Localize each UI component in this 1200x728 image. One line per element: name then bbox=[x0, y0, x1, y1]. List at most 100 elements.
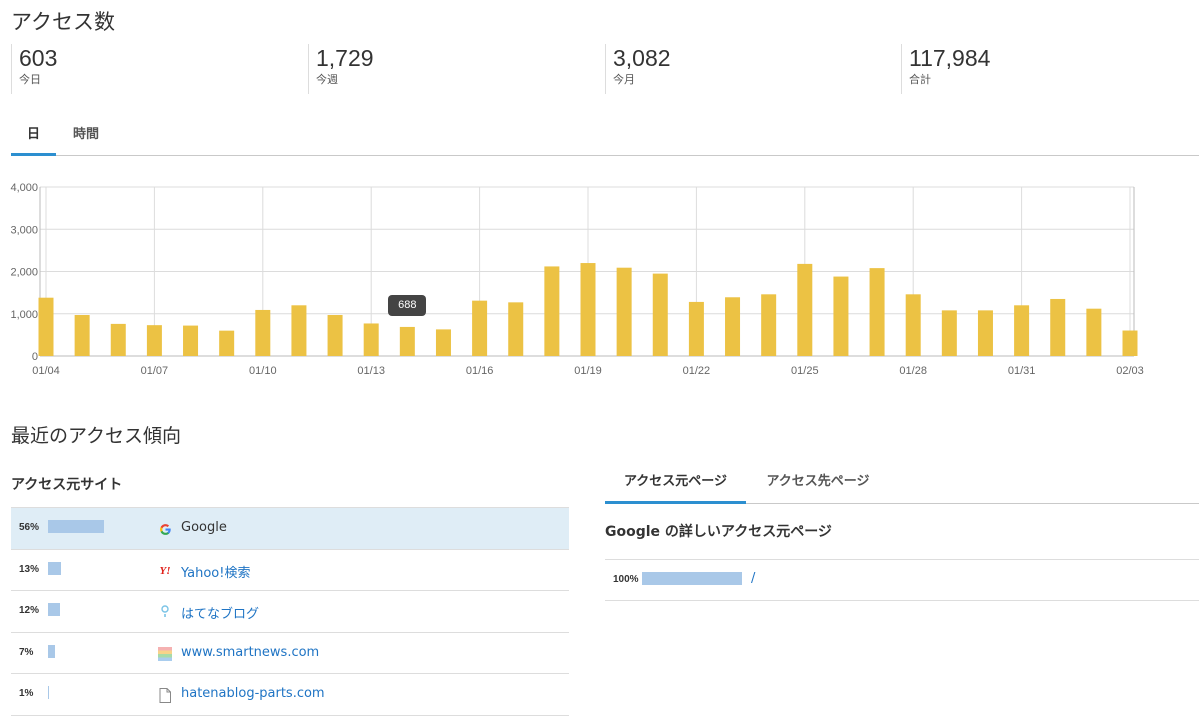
chart-bar[interactable] bbox=[580, 263, 596, 356]
chart-bar[interactable] bbox=[905, 294, 921, 356]
chart-tooltip: 688 bbox=[388, 294, 427, 316]
x-tick-label: 01/04 bbox=[32, 365, 60, 377]
chart-bar[interactable] bbox=[110, 323, 126, 356]
chart-bar[interactable] bbox=[472, 300, 488, 356]
referrer-row-smartnews: 7% www.smartnews.com bbox=[11, 633, 569, 674]
chart-bar[interactable] bbox=[688, 301, 704, 356]
share-percent: 12% bbox=[19, 605, 40, 616]
chart-bar[interactable] bbox=[183, 325, 199, 356]
share-bar bbox=[48, 561, 61, 575]
y-tick-label: 2,000 bbox=[10, 267, 38, 279]
tab-destination-pages[interactable]: アクセス先ページ bbox=[751, 464, 885, 504]
chart-bar[interactable] bbox=[435, 329, 451, 356]
y-tick-label: 3,000 bbox=[10, 224, 38, 236]
chart-bar[interactable] bbox=[833, 276, 849, 356]
stat-label: 合計 bbox=[909, 73, 931, 86]
chart-bar[interactable] bbox=[725, 297, 741, 356]
chart-bar[interactable] bbox=[616, 267, 632, 356]
referrer-site-link[interactable]: Yahoo!検索 bbox=[181, 562, 250, 581]
x-tick-label: 01/25 bbox=[791, 365, 819, 377]
document-icon bbox=[158, 687, 172, 703]
chart-bar[interactable] bbox=[1122, 330, 1138, 356]
referrer-site-name: Google bbox=[181, 520, 227, 535]
hatena-blog-icon bbox=[158, 605, 172, 619]
stat-week: 1,729 今週 bbox=[308, 44, 374, 94]
share-percent: 7% bbox=[19, 646, 34, 658]
referrer-pages-panel: アクセス元ページ アクセス先ページ Google の詳しいアクセス元ページ 10… bbox=[605, 464, 1199, 601]
chart-bar[interactable] bbox=[977, 310, 993, 356]
x-tick-label: 01/16 bbox=[466, 365, 494, 377]
referrer-row-google[interactable]: 56% Google bbox=[11, 508, 569, 550]
chart-bar[interactable] bbox=[291, 305, 307, 356]
referrer-row-hatenablog-parts: 1% hatenablog-parts.com bbox=[11, 674, 569, 716]
x-tick-label: 01/10 bbox=[249, 365, 277, 377]
chart-bar[interactable] bbox=[327, 315, 343, 356]
share-percent: 13% bbox=[19, 563, 40, 575]
stat-label: 今日 bbox=[19, 73, 41, 86]
chart-bar[interactable] bbox=[1014, 305, 1030, 356]
detail-row: 100% / bbox=[605, 560, 1199, 601]
smartnews-icon bbox=[158, 646, 172, 661]
x-tick-label: 01/13 bbox=[357, 365, 385, 377]
stat-total: 117,984 合計 bbox=[901, 44, 990, 94]
referrer-row-hatena-blog: 12% はてなブログ bbox=[11, 591, 569, 633]
page-tabs: アクセス元ページ アクセス先ページ bbox=[605, 464, 1199, 504]
x-tick-label: 01/19 bbox=[574, 365, 602, 377]
share-bar bbox=[48, 686, 49, 699]
referrer-sites-panel: アクセス元サイト 56% Google 13% Y! Yahoo!検索 12% bbox=[11, 470, 569, 716]
share-percent: 1% bbox=[19, 688, 34, 699]
chart-bar[interactable] bbox=[255, 309, 271, 356]
stat-today: 603 今日 bbox=[11, 44, 57, 94]
yahoo-icon: Y! bbox=[159, 564, 171, 577]
chart-bar[interactable] bbox=[38, 297, 54, 356]
chart-bar[interactable] bbox=[219, 330, 235, 356]
share-percent: 56% bbox=[19, 522, 40, 533]
page-path-link[interactable]: / bbox=[751, 571, 755, 586]
access-bar-chart: 4,000 3,000 2,000 1,000 0 01/04 01/07 01/10 01/1… bbox=[10, 182, 1144, 377]
access-chart: 4,000 3,000 2,000 1,000 0 01/04 01/07 01/10 01/1… bbox=[0, 175, 1200, 385]
chart-bar[interactable] bbox=[761, 294, 777, 356]
page-title: アクセス数 bbox=[11, 10, 115, 34]
stat-label: 今月 bbox=[613, 73, 635, 86]
chart-bar[interactable] bbox=[1086, 308, 1102, 356]
share-bar bbox=[48, 603, 60, 616]
x-tick-label: 01/22 bbox=[683, 365, 711, 377]
tab-day[interactable]: 日 bbox=[11, 118, 56, 156]
stat-value: 3,082 bbox=[613, 45, 671, 71]
share-bar bbox=[642, 572, 742, 585]
referrer-site-link[interactable]: hatenablog-parts.com bbox=[181, 686, 325, 701]
tab-hour[interactable]: 時間 bbox=[61, 118, 111, 156]
chart-bar[interactable] bbox=[1050, 298, 1066, 356]
period-tabs: 日 時間 bbox=[11, 118, 1199, 156]
y-tick-label: 4,000 bbox=[10, 182, 38, 194]
referrer-site-link[interactable]: www.smartnews.com bbox=[181, 645, 319, 660]
tab-referrer-pages[interactable]: アクセス元ページ bbox=[605, 464, 746, 504]
chart-bar[interactable] bbox=[399, 326, 415, 356]
x-tick-label: 01/07 bbox=[141, 365, 169, 377]
chart-bar[interactable] bbox=[941, 310, 957, 356]
stat-value: 1,729 bbox=[316, 45, 374, 71]
chart-bar[interactable] bbox=[508, 302, 524, 356]
x-tick-label: 01/28 bbox=[899, 365, 927, 377]
chart-bar[interactable] bbox=[363, 323, 379, 356]
x-tick-label: 01/31 bbox=[1008, 365, 1036, 377]
chart-bar[interactable] bbox=[74, 315, 90, 356]
stats-summary: 603 今日 1,729 今週 3,082 今月 117,984 合計 bbox=[11, 44, 1199, 94]
chart-bar[interactable] bbox=[797, 263, 813, 356]
stat-value: 603 bbox=[19, 45, 58, 71]
chart-bar[interactable] bbox=[544, 266, 560, 356]
referrer-row-yahoo: 13% Y! Yahoo!検索 bbox=[11, 550, 569, 591]
stat-value: 117,984 bbox=[909, 45, 991, 71]
trend-section-title: 最近のアクセス傾向 bbox=[11, 425, 182, 447]
chart-bar[interactable] bbox=[146, 325, 162, 356]
detail-title: Google の詳しいアクセス元ページ bbox=[605, 504, 1199, 560]
chart-bar[interactable] bbox=[652, 273, 668, 356]
share-bar bbox=[48, 520, 104, 533]
referrer-site-link[interactable]: はてなブログ bbox=[181, 603, 259, 622]
share-bar bbox=[48, 644, 55, 658]
y-tick-label: 0 bbox=[32, 351, 38, 363]
share-percent: 100% bbox=[613, 574, 639, 585]
x-tick-label: 02/03 bbox=[1116, 365, 1144, 377]
stat-month: 3,082 今月 bbox=[605, 44, 671, 94]
chart-bar[interactable] bbox=[869, 268, 885, 356]
